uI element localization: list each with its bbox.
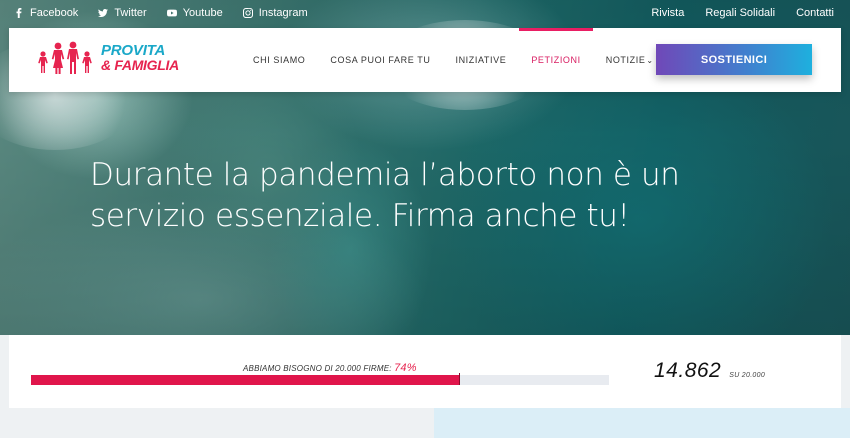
sostienici-button[interactable]: SOSTIENICI	[656, 44, 812, 75]
nav-iniziative[interactable]: INIZIATIVE	[455, 28, 506, 92]
rivista-link[interactable]: Rivista	[651, 7, 684, 19]
main-nav: CHI SIAMO COSA PUOI FARE TU INIZIATIVE P…	[253, 28, 654, 92]
nav-petizioni[interactable]: PETIZIONI	[519, 28, 594, 92]
nav-chi-siamo[interactable]: CHI SIAMO	[253, 28, 305, 92]
twitter-label: Twitter	[114, 7, 147, 19]
logo-wordmark: PROVITA & FAMIGLIA	[101, 43, 179, 72]
facebook-link[interactable]: Facebook	[14, 7, 78, 19]
logo-line-famiglia: & FAMIGLIA	[101, 56, 179, 73]
signature-goal: SU 20.000	[729, 372, 766, 379]
signature-progress-panel: ABBIAMO BISOGNO DI 20.000 FIRME: 74% 14.…	[9, 335, 841, 408]
facebook-label: Facebook	[30, 7, 79, 19]
nav-label: PETIZIONI	[531, 55, 581, 65]
need-label: ABBIAMO BISOGNO DI 20.000 FIRME:	[243, 364, 392, 373]
twitter-link[interactable]: Twitter	[98, 7, 147, 19]
progress-percent: 74%	[394, 362, 417, 374]
youtube-icon	[166, 9, 177, 17]
site-header: PROVITA & FAMIGLIA CHI SIAMO COSA PUOI F…	[9, 28, 841, 92]
social-links: Facebook Twitter Youtube Instagram	[14, 7, 308, 19]
signature-count: 14.862	[654, 359, 722, 382]
hero-headline: Durante la pandemia l’aborto non è un se…	[90, 157, 680, 234]
top-bar: Facebook Twitter Youtube Instagram Rivis…	[0, 0, 850, 28]
youtube-label: Youtube	[182, 7, 223, 19]
nav-label: COSA PUOI FARE TU	[330, 55, 431, 65]
regali-solidali-link[interactable]: Regali Solidali	[705, 7, 775, 19]
signature-counter: 14.862 SU 20.000	[654, 359, 765, 383]
instagram-link[interactable]: Instagram	[242, 7, 308, 19]
nav-label: INIZIATIVE	[455, 55, 507, 65]
form-section-edge	[434, 408, 850, 438]
nav-cosa-puoi-fare-tu[interactable]: COSA PUOI FARE TU	[330, 28, 430, 92]
signature-goal-text: ABBIAMO BISOGNO DI 20.000 FIRME: 74%	[243, 362, 417, 374]
chevron-down-icon: ⌄	[646, 55, 654, 65]
contatti-link[interactable]: Contatti	[796, 7, 834, 19]
progress-marker	[458, 373, 460, 385]
twitter-icon	[98, 9, 109, 17]
instagram-label: Instagram	[258, 7, 308, 19]
nav-label: NOTIZIE	[605, 55, 646, 65]
family-figures-icon	[38, 41, 92, 74]
nav-label: CHI SIAMO	[253, 55, 306, 65]
progress-bar	[31, 373, 609, 385]
logo-line-provita: PROVITA	[101, 41, 166, 59]
instagram-icon	[242, 8, 253, 18]
utility-links: Rivista Regali Solidali Contatti	[651, 7, 834, 19]
progress-bar-fill	[31, 375, 459, 385]
facebook-icon	[16, 8, 22, 18]
site-logo[interactable]: PROVITA & FAMIGLIA	[37, 40, 179, 74]
nav-notizie[interactable]: NOTIZIE ⌄	[606, 28, 654, 92]
youtube-link[interactable]: Youtube	[166, 7, 223, 19]
